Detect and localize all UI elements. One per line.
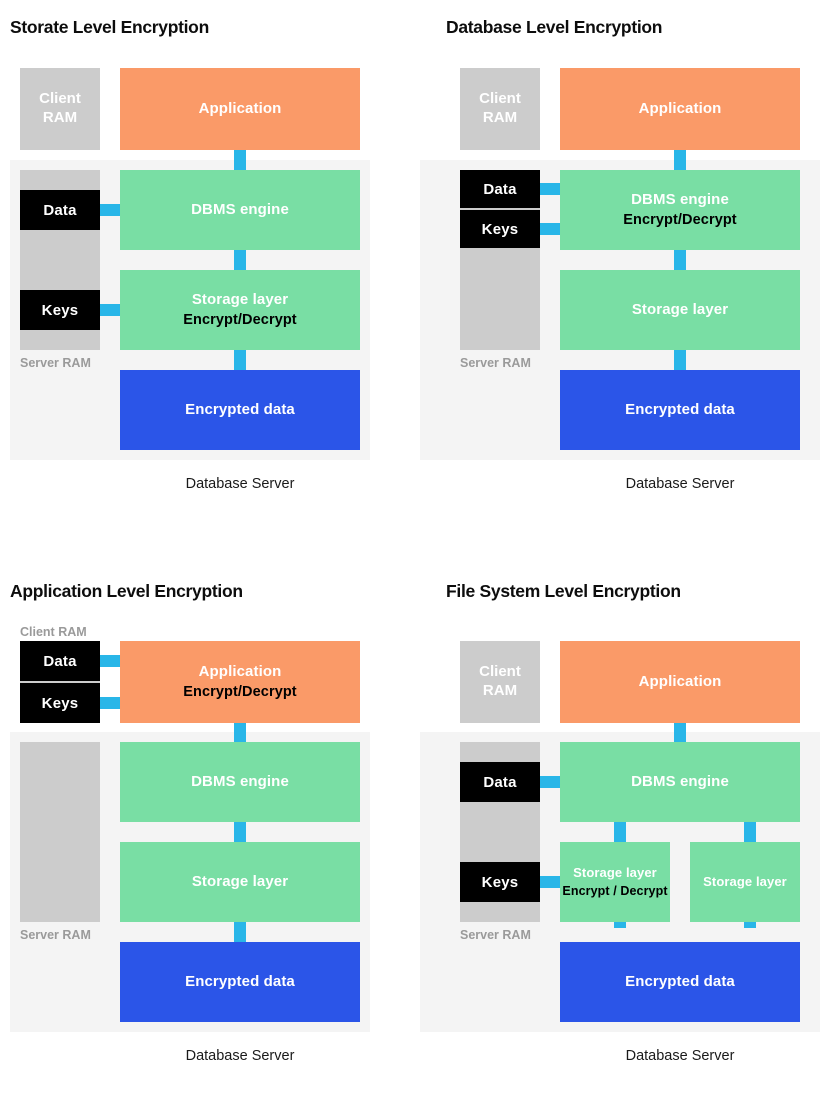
application-label: Application: [198, 99, 282, 117]
storage-layer-box: Storage layer: [560, 270, 800, 350]
server-ram-label: Server RAM: [460, 356, 531, 370]
dbms-engine-label: DBMS engine: [191, 200, 289, 218]
database-server-caption: Database Server: [185, 1048, 295, 1064]
client-ram-line-1: Client: [479, 663, 521, 681]
client-ram-label: Client RAM: [20, 625, 87, 639]
keys-chip: Keys: [460, 862, 540, 902]
storage-layer-label: Storage layer: [631, 300, 729, 318]
storage-layer-left-label: Storage layer: [573, 864, 657, 880]
encrypted-data-label: Encrypted data: [185, 400, 295, 418]
database-server-caption: Database Server: [185, 476, 295, 492]
panel-application-level-encryption: Application Level Encryption Client RAM …: [0, 553, 410, 1106]
dbms-engine-box: DBMS engine: [120, 742, 360, 822]
encrypted-data-box: Encrypted data: [560, 370, 800, 450]
connector-data-to-dbms: [100, 204, 122, 216]
application-box: Application: [560, 641, 800, 723]
client-ram-label: Client RAM: [460, 68, 540, 150]
encrypted-data-label: Encrypted data: [625, 400, 735, 418]
client-ram-label: Client RAM: [460, 641, 540, 723]
application-label: Application: [638, 672, 722, 690]
encrypted-data-box: Encrypted data: [120, 370, 360, 450]
encrypted-data-label: Encrypted data: [185, 972, 295, 990]
connector-data-to-dbms: [540, 183, 562, 195]
client-ram-line-2: RAM: [482, 682, 518, 699]
database-server-caption: Database Server: [625, 1048, 735, 1064]
encrypted-data-label: Encrypted data: [625, 972, 735, 990]
data-chip: Data: [20, 641, 100, 681]
keys-chip: Keys: [20, 290, 100, 330]
application-box: Application: [120, 68, 360, 150]
panel-title: File System Level Encryption: [446, 581, 681, 601]
application-label: Application: [638, 99, 722, 117]
panel-title: Database Level Encryption: [446, 17, 663, 37]
dbms-engine-box: DBMS engine: [560, 742, 800, 822]
panel-storage-level-encryption: Storate Level Encryption Client RAM Data…: [0, 0, 410, 553]
encrypted-data-box: Encrypted data: [560, 942, 800, 1022]
data-chip: Data: [460, 170, 540, 208]
server-ram-label: Server RAM: [20, 928, 91, 942]
connector-data-to-application: [100, 655, 122, 667]
panel-database-level-encryption: Database Level Encryption Client RAM Dat…: [410, 0, 820, 553]
client-ram-line-1: Client: [479, 90, 521, 108]
panel-file-system-level-encryption: File System Level Encryption Client RAM …: [410, 553, 820, 1106]
connector-keys-to-dbms: [540, 223, 562, 235]
connector-data-to-dbms: [540, 776, 562, 788]
storage-layer-left-sublabel: Encrypt / Decrypt: [562, 883, 668, 898]
connector-keys-to-storage: [540, 876, 562, 888]
storage-layer-right-label: Storage layer: [703, 874, 787, 890]
storage-layer-right-box: Storage layer: [690, 842, 800, 922]
dbms-engine-label: DBMS engine: [631, 772, 729, 790]
application-sublabel: Encrypt/Decrypt: [183, 683, 297, 700]
database-server-caption: Database Server: [625, 476, 735, 492]
server-ram-label: Server RAM: [460, 928, 531, 942]
application-label: Application: [198, 662, 282, 680]
dbms-engine-sublabel: Encrypt/Decrypt: [623, 211, 737, 228]
dbms-engine-label: DBMS engine: [631, 190, 729, 208]
panel-title: Application Level Encryption: [10, 581, 243, 601]
client-ram-line-1: Client: [39, 90, 81, 108]
dbms-engine-box: DBMS engine: [120, 170, 360, 250]
keys-chip: Keys: [460, 210, 540, 248]
storage-layer-box: Storage layer: [120, 842, 360, 922]
connector-keys-to-storage: [100, 304, 122, 316]
panel-title: Storate Level Encryption: [10, 17, 209, 37]
storage-layer-label: Storage layer: [191, 872, 289, 890]
encrypted-data-box: Encrypted data: [120, 942, 360, 1022]
connector-keys-to-application: [100, 697, 122, 709]
storage-layer-label: Storage layer: [191, 290, 289, 308]
application-box: Application: [560, 68, 800, 150]
keys-chip: Keys: [20, 683, 100, 723]
storage-layer-sublabel: Encrypt/Decrypt: [183, 311, 297, 328]
data-chip: Data: [20, 190, 100, 230]
server-ram-column: [20, 742, 100, 922]
server-ram-label: Server RAM: [20, 356, 91, 370]
storage-layer-left-box: Storage layer Encrypt / Decrypt: [560, 842, 670, 922]
client-ram-label: Client RAM: [20, 68, 100, 150]
data-chip: Data: [460, 762, 540, 802]
client-ram-line-2: RAM: [42, 109, 78, 126]
dbms-engine-box: DBMS engine Encrypt/Decrypt: [560, 170, 800, 250]
storage-layer-box: Storage layer Encrypt/Decrypt: [120, 270, 360, 350]
client-ram-line-2: RAM: [482, 109, 518, 126]
application-box: Application Encrypt/Decrypt: [120, 641, 360, 723]
dbms-engine-label: DBMS engine: [191, 772, 289, 790]
